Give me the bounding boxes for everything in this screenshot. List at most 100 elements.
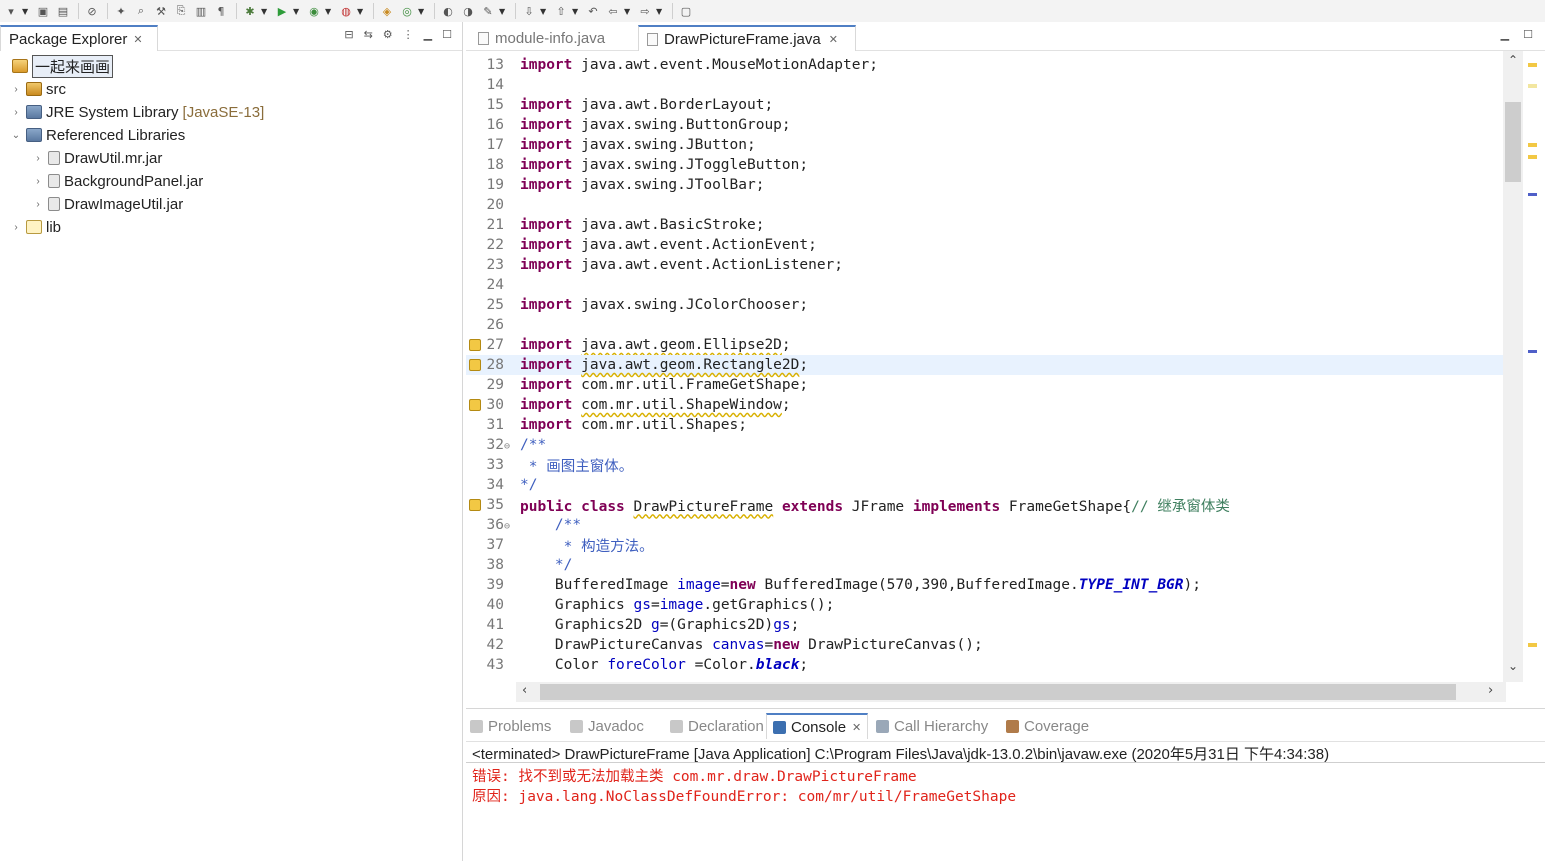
chevron-right-icon[interactable]: ›	[32, 153, 44, 164]
open-task-icon[interactable]: ◑	[459, 2, 477, 20]
close-icon[interactable]: ✕	[852, 721, 861, 734]
tree-item[interactable]: › DrawImageUtil.jar	[32, 193, 183, 215]
tree-item[interactable]: › BackgroundPanel.jar	[32, 170, 203, 192]
minimize-icon[interactable]: ▁	[1501, 28, 1509, 41]
toggle-mark-icon[interactable]: ¶	[212, 2, 230, 20]
chevron-right-icon[interactable]: ›	[32, 199, 44, 210]
warning-icon[interactable]	[469, 359, 481, 371]
tree-item[interactable]: 一起来画画	[8, 54, 114, 78]
skip-breakpoints-icon[interactable]: ⊘	[83, 2, 101, 20]
tab-module-info[interactable]: module-info.java	[470, 25, 638, 51]
collapse-all-icon[interactable]: ⊟	[344, 28, 353, 41]
chevron-down-icon[interactable]: ⌄	[10, 130, 22, 141]
code-line[interactable]: 15 import java.awt.BorderLayout;	[466, 95, 1506, 115]
scrollbar-thumb[interactable]	[540, 684, 1456, 700]
tree-item[interactable]: › JRE System Library [JavaSE-13]	[10, 101, 264, 123]
tab-coverage[interactable]: Coverage	[1006, 713, 1089, 739]
menu-icon[interactable]: ▾	[2, 2, 20, 20]
new-java-project-icon[interactable]: ◈	[378, 2, 396, 20]
scroll-up-icon[interactable]: ⌃	[1503, 53, 1523, 67]
code-line[interactable]: 34 */	[466, 475, 1506, 495]
open-perspective-icon[interactable]: ▢	[677, 2, 695, 20]
dropdown-arrow-icon[interactable]: ▼	[572, 7, 580, 16]
code-line[interactable]: 29 import com.mr.util.FrameGetShape;	[466, 375, 1506, 395]
overview-ruler[interactable]	[1523, 51, 1545, 682]
dropdown-arrow-icon[interactable]: ▼	[293, 7, 301, 16]
warning-icon[interactable]	[469, 339, 481, 351]
copy-icon[interactable]: ⎘	[172, 2, 190, 20]
forward-icon[interactable]: ⇨	[636, 2, 654, 20]
dropdown-arrow-icon[interactable]: ▼	[418, 7, 426, 16]
dropdown-arrow-icon[interactable]: ▼	[624, 7, 632, 16]
code-line[interactable]: 41 Graphics2D g=(Graphics2D)gs;	[466, 615, 1506, 635]
code-line[interactable]: 13 import java.awt.event.MouseMotionAdapt…	[466, 55, 1506, 75]
link-with-editor-icon[interactable]: ⇆	[364, 28, 373, 41]
code-line[interactable]: 42 DrawPictureCanvas canvas=new DrawPict…	[466, 635, 1506, 655]
tree-item[interactable]: › DrawUtil.mr.jar	[32, 147, 162, 169]
tab-declaration[interactable]: Declaration	[670, 713, 764, 739]
run-last-icon[interactable]: ◉	[305, 2, 323, 20]
code-line[interactable]: 28 import java.awt.geom.Rectangle2D;	[466, 355, 1506, 375]
save-icon[interactable]: ▣	[34, 2, 52, 20]
chevron-right-icon[interactable]: ›	[10, 107, 22, 118]
tree-item[interactable]: › lib	[10, 216, 61, 238]
prev-annotation-icon[interactable]: ⇧	[552, 2, 570, 20]
code-line[interactable]: 22 import java.awt.event.ActionEvent;	[466, 235, 1506, 255]
code-line[interactable]: 14	[466, 75, 1506, 95]
code-line[interactable]: 23 import java.awt.event.ActionListener;	[466, 255, 1506, 275]
occurrence-marker[interactable]	[1528, 193, 1537, 196]
tree-item[interactable]: › src	[10, 78, 66, 100]
code-line[interactable]: 24	[466, 275, 1506, 295]
run-icon[interactable]: ▶	[273, 2, 291, 20]
maximize-icon[interactable]: ☐	[1523, 28, 1533, 41]
dropdown-arrow-icon[interactable]: ▼	[357, 7, 365, 16]
tab-call-hierarchy[interactable]: Call Hierarchy	[876, 713, 988, 739]
save-all-icon[interactable]: ▤	[54, 2, 72, 20]
new-class-icon[interactable]: ◎	[398, 2, 416, 20]
code-area[interactable]: 13 import java.awt.event.MouseMotionAdapt…	[466, 51, 1528, 682]
dropdown-arrow-icon[interactable]: ▼	[261, 7, 269, 16]
code-line[interactable]: 18 import javax.swing.JToggleButton;	[466, 155, 1506, 175]
tab-package-explorer[interactable]: Package Explorer ✕	[0, 25, 158, 51]
code-line[interactable]: 36⊖ /**	[466, 515, 1506, 535]
code-line[interactable]: 16 import javax.swing.ButtonGroup;	[466, 115, 1506, 135]
code-line[interactable]: 21 import java.awt.BasicStroke;	[466, 215, 1506, 235]
code-line[interactable]: 33 * 画图主窗体。	[466, 455, 1506, 475]
scroll-right-icon[interactable]: ›	[1488, 683, 1493, 698]
code-line[interactable]: 37 * 构造方法。	[466, 535, 1506, 555]
code-line[interactable]: 40 Graphics gs=image.getGraphics();	[466, 595, 1506, 615]
tab-problems[interactable]: Problems	[470, 713, 551, 739]
code-line[interactable]: 26	[466, 315, 1506, 335]
warning-marker[interactable]	[1528, 84, 1537, 88]
tab-console[interactable]: Console ✕	[766, 713, 869, 739]
code-line[interactable]: 39 BufferedImage image=new BufferedImage…	[466, 575, 1506, 595]
next-annotation-icon[interactable]: ⇩	[520, 2, 538, 20]
chevron-right-icon[interactable]: ›	[10, 84, 22, 95]
search-refs-icon[interactable]: ⌕	[132, 2, 150, 20]
dropdown-arrow-icon[interactable]: ▼	[325, 7, 333, 16]
maximize-icon[interactable]: ☐	[442, 28, 452, 41]
dropdown-arrow-icon[interactable]: ▼	[499, 7, 507, 16]
code-line[interactable]: 35 public class DrawPictureFrame extends …	[466, 495, 1506, 515]
back-icon[interactable]: ⇦	[604, 2, 622, 20]
scroll-left-icon[interactable]: ‹	[522, 683, 527, 698]
dropdown-arrow-icon[interactable]: ▼	[540, 7, 548, 16]
code-line[interactable]: 17 import javax.swing.JButton;	[466, 135, 1506, 155]
dropdown-arrow-icon[interactable]: ▼	[656, 7, 664, 16]
horizontal-scrollbar[interactable]: ‹ ›	[516, 682, 1506, 702]
code-line[interactable]: 30 import com.mr.util.ShapeWindow;	[466, 395, 1506, 415]
tab-javadoc[interactable]: Javadoc	[570, 713, 644, 739]
occurrence-marker[interactable]	[1528, 350, 1537, 353]
code-line[interactable]: 43 Color foreColor =Color.black;	[466, 655, 1506, 675]
vertical-scrollbar[interactable]: ⌃ ⌄	[1503, 51, 1523, 682]
code-line[interactable]: 27 import java.awt.geom.Ellipse2D;	[466, 335, 1506, 355]
code-line[interactable]: 31 import com.mr.util.Shapes;	[466, 415, 1506, 435]
filters-icon[interactable]: ⚙	[383, 28, 393, 41]
scrollbar-thumb[interactable]	[1505, 102, 1521, 182]
minimize-icon[interactable]: ▁	[424, 28, 432, 41]
open-type-icon[interactable]: ◐	[439, 2, 457, 20]
dropdown-arrow-icon[interactable]: ▼	[22, 7, 30, 16]
code-line[interactable]: 32⊖ /**	[466, 435, 1506, 455]
close-icon[interactable]: ✕	[829, 33, 838, 46]
warning-icon[interactable]	[469, 499, 481, 511]
